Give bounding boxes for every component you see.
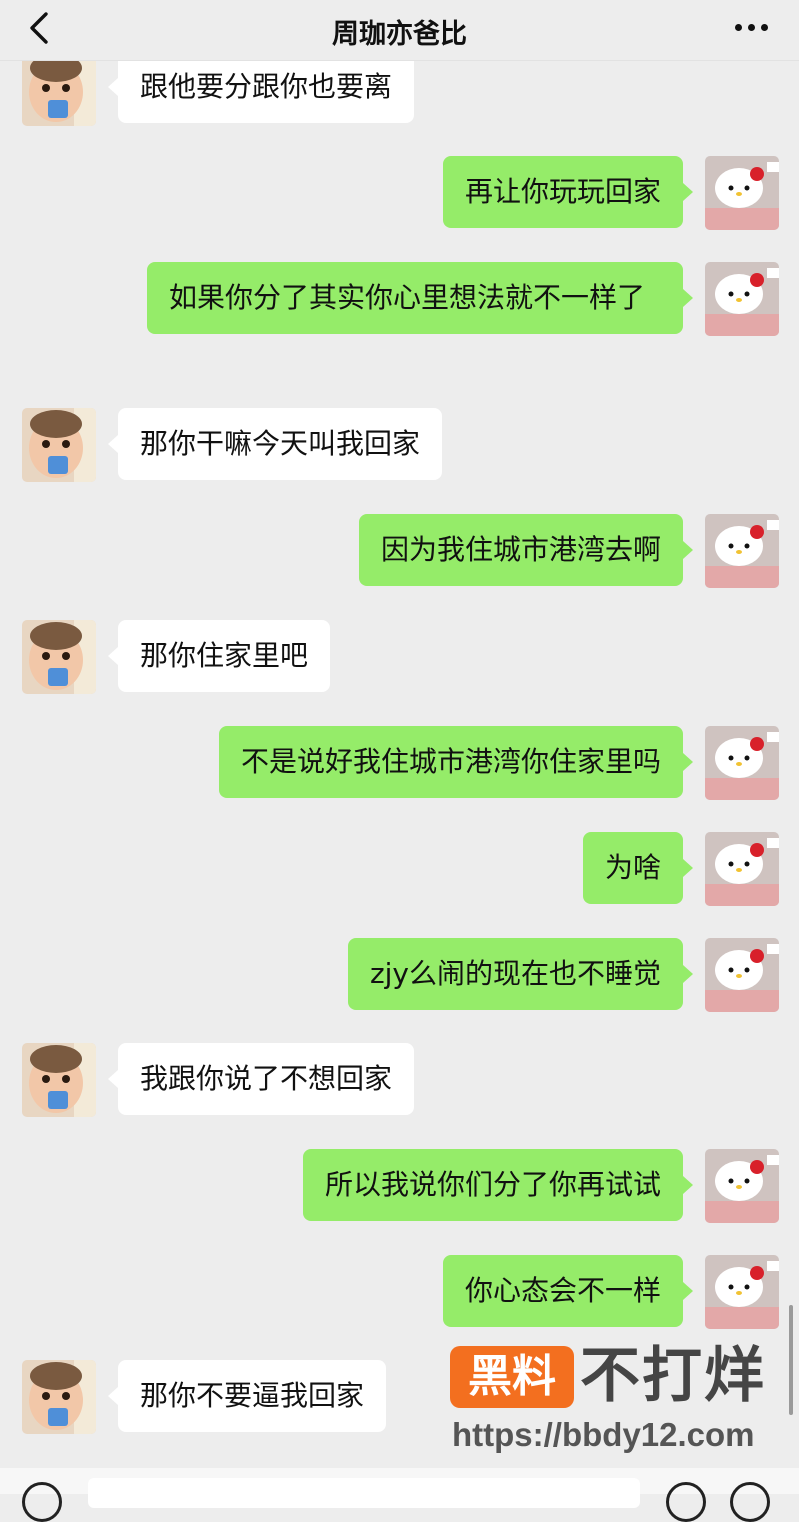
watermark-text: 不打烊 bbox=[580, 1341, 766, 1411]
hello-kitty-avatar[interactable] bbox=[705, 514, 779, 588]
input-bar bbox=[0, 1468, 799, 1522]
watermark-badge: 黑料 bbox=[450, 1346, 574, 1408]
message-bubble-received[interactable]: 那你不要逼我回家 bbox=[107, 1360, 387, 1432]
hello-kitty-avatar[interactable] bbox=[705, 1149, 779, 1223]
message-bubble-sent[interactable]: 为啥 bbox=[582, 832, 694, 904]
message-list[interactable]: 跟他要分跟你也要离 再让你玩玩回家 如果你分了其实你心里想法就不一样了 那你干嘛… bbox=[0, 0, 799, 1494]
chat-title: 周珈亦爸比 bbox=[332, 19, 467, 50]
message-bubble-sent[interactable]: 你心态会不一样 bbox=[442, 1255, 694, 1327]
hello-kitty-avatar[interactable] bbox=[705, 1255, 779, 1329]
watermark: 黑料 不打烊 https://bbdy12.com bbox=[450, 1340, 790, 1460]
message-bubble-received[interactable]: 那你住家里吧 bbox=[107, 620, 331, 692]
hello-kitty-avatar[interactable] bbox=[705, 938, 779, 1012]
baby-avatar[interactable] bbox=[22, 620, 96, 694]
message-bubble-sent[interactable]: 因为我住城市港湾去啊 bbox=[358, 514, 694, 586]
baby-avatar[interactable] bbox=[22, 1360, 96, 1434]
message-bubble-sent[interactable]: 不是说好我住城市港湾你住家里吗 bbox=[218, 726, 694, 798]
baby-avatar[interactable] bbox=[22, 1043, 96, 1117]
watermark-url: https://bbdy12.com bbox=[452, 1416, 755, 1453]
hello-kitty-avatar[interactable] bbox=[705, 262, 779, 336]
message-bubble-received[interactable]: 那你干嘛今天叫我回家 bbox=[107, 408, 443, 480]
hello-kitty-avatar[interactable] bbox=[705, 726, 779, 800]
message-bubble-sent[interactable]: 再让你玩玩回家 bbox=[442, 156, 694, 228]
message-bubble-received[interactable]: 跟他要分跟你也要离 bbox=[107, 51, 415, 123]
more-dots-icon[interactable] bbox=[735, 24, 769, 34]
plus-icon[interactable] bbox=[730, 1482, 770, 1522]
voice-icon[interactable] bbox=[22, 1482, 62, 1522]
message-bubble-sent[interactable]: 所以我说你们分了你再试试 bbox=[302, 1149, 694, 1221]
emoji-icon[interactable] bbox=[666, 1482, 706, 1522]
hello-kitty-avatar[interactable] bbox=[705, 156, 779, 230]
message-bubble-sent[interactable]: zjy么闹的现在也不睡觉 bbox=[347, 938, 694, 1010]
message-bubble-received[interactable]: 我跟你说了不想回家 bbox=[107, 1043, 415, 1115]
message-bubble-sent[interactable]: 如果你分了其实你心里想法就不一样了 bbox=[147, 262, 693, 334]
chat-header: 周珈亦爸比 bbox=[0, 0, 799, 61]
hello-kitty-avatar[interactable] bbox=[705, 832, 779, 906]
baby-avatar[interactable] bbox=[22, 408, 96, 482]
baby-avatar[interactable] bbox=[22, 52, 96, 126]
message-input[interactable] bbox=[88, 1478, 640, 1508]
